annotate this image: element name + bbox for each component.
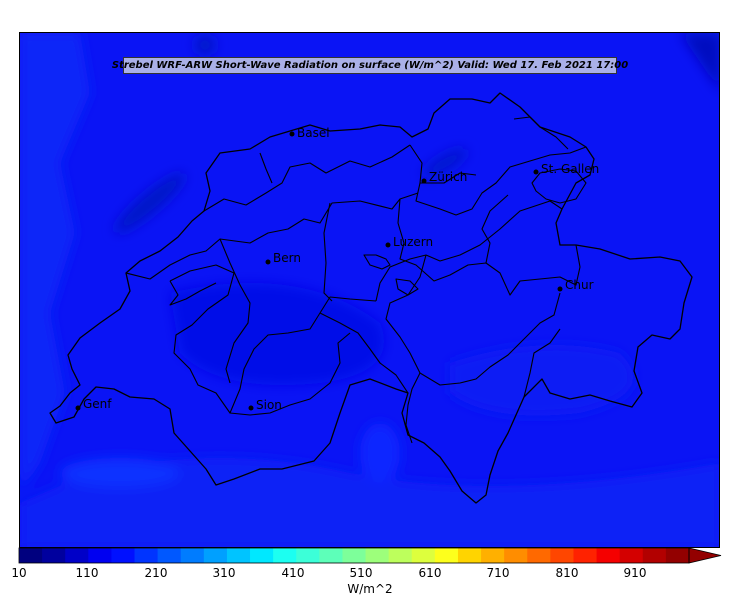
colorbar-cell [111, 548, 136, 563]
city-label-luzern: Luzern [393, 235, 434, 249]
colorbar-tick-label: 910 [623, 566, 647, 580]
colorbar-cell [134, 548, 159, 563]
colorbar-tick-label: 510 [349, 566, 373, 580]
city-marker-chur [557, 286, 563, 292]
colorbar-cell [42, 548, 66, 563]
colorbar-tick-label: 310 [212, 566, 236, 580]
colorbar-cell [642, 548, 667, 563]
colorbar-cell [365, 548, 390, 563]
city-marker-bern [265, 259, 271, 265]
colorbar-cell [342, 548, 367, 563]
city-label-st-gallen: St. Gallen [541, 162, 600, 176]
colorbar-cell [665, 548, 690, 563]
map-title: Strebel WRF-ARW Short-Wave Radiation on … [112, 57, 628, 74]
colorbar-cell [273, 548, 297, 563]
colorbar-cell [180, 548, 205, 563]
city-marker-zurich [421, 178, 427, 184]
colorbar-cell [88, 548, 112, 563]
colorbar-cell [250, 548, 274, 563]
colorbar-cells [19, 547, 722, 564]
colorbar-tick-label: 710 [486, 566, 510, 580]
colorbar-cell [550, 548, 574, 563]
colorbar-cell [296, 548, 320, 563]
city-label-basel: Basel [297, 126, 330, 140]
map-plot-area [19, 32, 720, 548]
colorbar-cell [504, 548, 528, 563]
colorbar-cell [157, 548, 182, 563]
colorbar-tick-label: 810 [555, 566, 579, 580]
city-marker-genf [75, 405, 81, 411]
colorbar-extend-arrow [688, 547, 722, 564]
colorbar-cell [203, 548, 228, 563]
colorbar-unit-label: W/m^2 [347, 582, 393, 596]
city-marker-sion [248, 405, 254, 411]
colorbar-cell [19, 548, 43, 563]
city-marker-basel [289, 131, 295, 137]
city-label-genf: Genf [83, 397, 112, 411]
colorbar-cell [596, 548, 621, 563]
city-label-zurich: Zürich [429, 170, 468, 184]
colorbar-cell [411, 548, 436, 563]
colorbar-cell [481, 548, 505, 563]
colorbar-cell [226, 548, 251, 563]
colorbar-cell [434, 548, 459, 563]
colorbar-tick-label: 110 [75, 566, 99, 580]
colorbar-tick-label: 410 [281, 566, 305, 580]
colorbar-cell [319, 548, 343, 563]
city-label-chur: Chur [565, 278, 594, 292]
city-marker-luzern [385, 242, 391, 248]
city-label-bern: Bern [273, 251, 301, 265]
colorbar-tick-label: 10 [11, 566, 27, 580]
switzerland-map [20, 33, 719, 547]
colorbar-cell [619, 548, 644, 563]
colorbar-tick-label: 610 [418, 566, 442, 580]
colorbar-cell [573, 548, 598, 563]
city-label-sion: Sion [256, 398, 282, 412]
colorbar-cell [65, 548, 89, 563]
colorbar-cell [527, 548, 551, 563]
colorbar [18, 547, 722, 564]
city-marker-st-gallen [533, 169, 539, 175]
colorbar-tick-label: 210 [144, 566, 168, 580]
colorbar-cell [388, 548, 413, 563]
colorbar-cell [457, 548, 482, 563]
